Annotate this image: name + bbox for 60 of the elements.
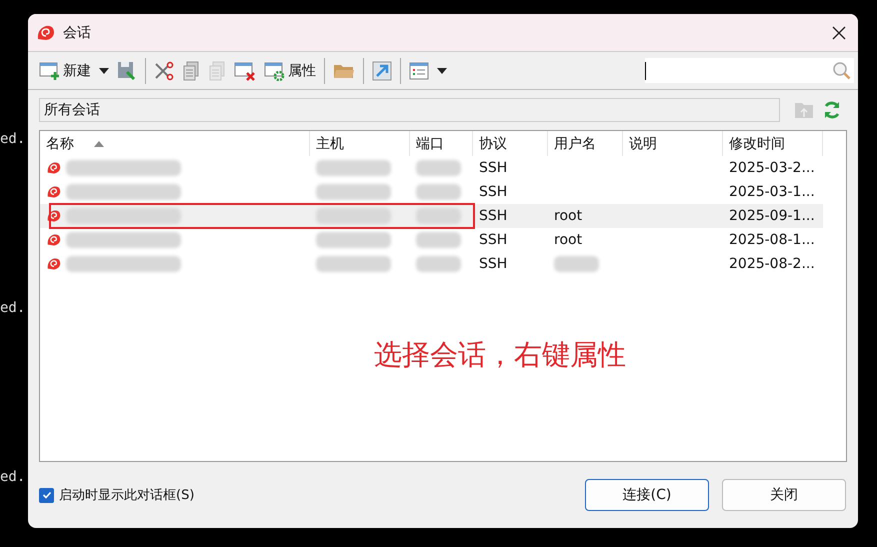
snail-logo-icon [36,24,56,42]
caret-icon [99,68,109,74]
window-gear-icon [264,60,286,80]
table-cell: SSH [479,232,508,248]
dropdown-button[interactable] [434,66,450,76]
table-cell: SSH [479,160,508,176]
connect-button[interactable]: 连接(C) [585,479,709,511]
column-header[interactable]: 修改时间 [723,131,823,156]
close-icon[interactable] [832,26,846,40]
session-row[interactable]: SSH 2025-03-2... [40,156,846,180]
snail-icon [46,185,62,199]
table-cell: 2025-08-1... [729,232,815,248]
session-row[interactable]: SSH root 2025-09-1... [40,204,823,228]
terminal-text: ed. [0,130,26,149]
caret-icon [437,68,447,74]
session-row[interactable]: SSH root 2025-08-1... [40,228,846,252]
column-header[interactable]: 协议 [473,131,548,156]
search-field[interactable] [645,58,854,83]
new-button[interactable]: 新建 [36,58,94,82]
search-icon [832,60,852,80]
window-title: 会话 [63,24,92,42]
save-icon [117,60,137,80]
terminal-text: ed. [0,299,26,318]
table-cell: 2025-03-2... [729,160,815,176]
dropdown-button[interactable] [96,66,112,76]
terminal-text: ed. [0,468,26,487]
table-cell: SSH [479,256,508,272]
column-header[interactable]: 名称 [40,131,310,156]
session-row[interactable]: SSH 2025-03-1... [40,180,846,204]
table-cell: SSH [479,208,508,224]
checkbox-label: 启动时显示此对话框(S) [59,487,194,504]
new-window-icon [39,60,61,80]
copy-icon [182,60,200,80]
table-cell: root [554,232,582,248]
session-row[interactable]: SSH 2025-08-2... [40,252,846,276]
table-cell: 2025-08-2... [729,256,815,272]
scissors-icon [154,60,174,80]
snail-icon [46,161,62,175]
annotation-text: 选择会话，右键属性 [374,337,626,373]
window-delete-icon [234,60,256,80]
column-header[interactable]: 端口 [410,131,473,156]
table-cell: SSH [479,184,508,200]
snail-icon [46,209,62,223]
table-cell: root [554,208,582,224]
table-cell: 2025-09-1... [729,208,815,224]
properties-button[interactable]: 属性 [261,58,319,82]
column-header[interactable]: 说明 [623,131,723,156]
path-field[interactable]: 所有会话 [39,98,780,122]
list-window-icon [409,62,429,80]
startup-checkbox[interactable]: 启动时显示此对话框(S) [39,486,194,504]
table-cell: 2025-03-1... [729,184,815,200]
column-header[interactable]: 主机 [310,131,410,156]
snail-icon [46,257,62,271]
snail-icon [46,233,62,247]
checkbox[interactable] [39,488,54,502]
paste-icon [208,60,226,80]
refresh-icon[interactable] [822,100,842,120]
column-header[interactable]: 用户名 [548,131,623,156]
close-button[interactable]: 关闭 [722,479,846,511]
check-icon [42,490,52,500]
